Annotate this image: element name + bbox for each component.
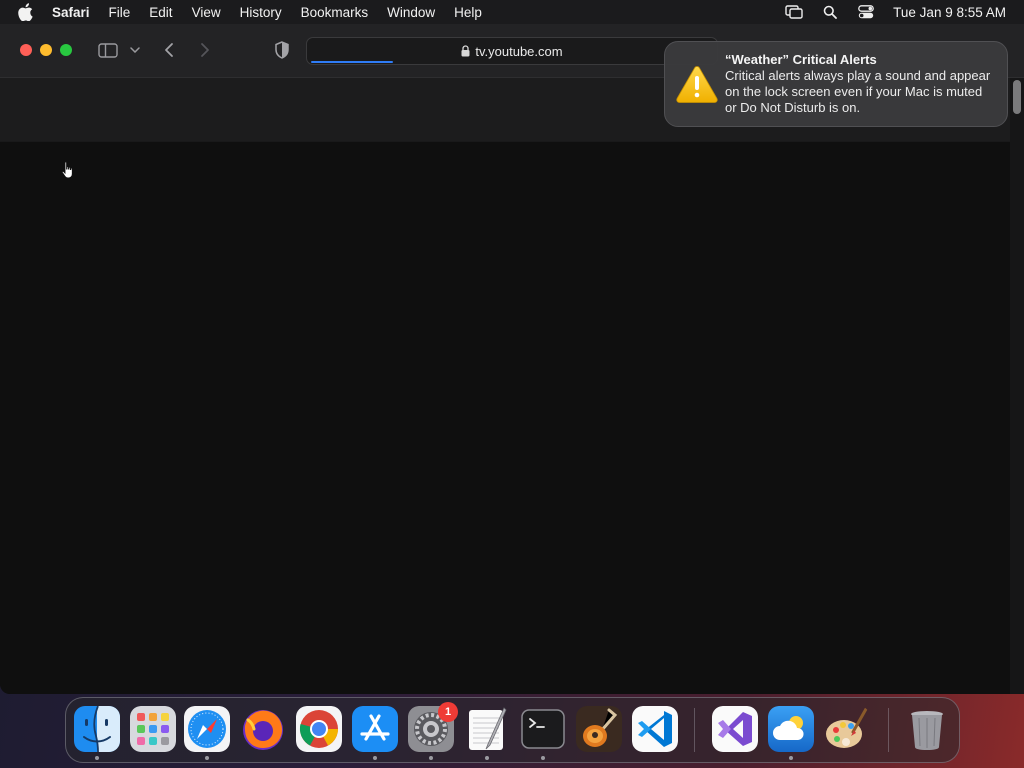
minimize-window-button[interactable]: [40, 44, 52, 56]
menu-window[interactable]: Window: [387, 5, 435, 20]
forward-chevron-icon[interactable]: [196, 39, 214, 61]
menu-app-safari[interactable]: Safari: [52, 5, 90, 20]
dock-textedit-icon[interactable]: [464, 706, 510, 752]
notification-title: “Weather” Critical Alerts: [725, 52, 877, 67]
dock-running-indicator: [429, 756, 433, 760]
menu-view[interactable]: View: [192, 5, 221, 20]
address-bar[interactable]: tv.youtube.com: [306, 37, 718, 65]
spotlight-search-icon[interactable]: [821, 4, 839, 20]
dock: [65, 697, 960, 763]
web-content-area[interactable]: [0, 142, 1010, 694]
dock-app-store-icon[interactable]: [352, 706, 398, 752]
dock-separator: [694, 708, 695, 752]
screen-mirroring-icon[interactable]: [785, 4, 803, 20]
address-url: tv.youtube.com: [475, 43, 563, 59]
control-center-icon[interactable]: [857, 4, 875, 20]
dock-running-indicator: [789, 756, 793, 760]
privacy-shield-icon[interactable]: [272, 39, 292, 61]
sidebar-toggle-icon[interactable]: [96, 39, 120, 61]
dock-running-indicator: [541, 756, 545, 760]
close-window-button[interactable]: [20, 44, 32, 56]
dock-running-indicator: [485, 756, 489, 760]
dock-launchpad-icon[interactable]: [130, 706, 176, 752]
page-load-progress-bar: [311, 61, 393, 63]
menu-bar: Safari File Edit View History Bookmarks …: [0, 0, 1024, 24]
notification-body: Critical alerts always play a sound and …: [725, 68, 991, 115]
dock-weather-icon[interactable]: [768, 706, 814, 752]
warning-triangle-icon: [676, 66, 718, 103]
dock-chrome-icon[interactable]: [296, 706, 342, 752]
dock-vscode-icon[interactable]: [632, 706, 678, 752]
dock-paintbrush-icon[interactable]: [824, 706, 870, 752]
system-settings-notification-badge: 1: [438, 702, 458, 722]
dock-running-indicator: [205, 756, 209, 760]
dock-running-indicator: [373, 756, 377, 760]
lock-icon: [461, 45, 470, 57]
scrollbar-track[interactable]: [1010, 78, 1024, 694]
menu-bookmarks[interactable]: Bookmarks: [301, 5, 369, 20]
zoom-window-button[interactable]: [60, 44, 72, 56]
dock-visual-studio-icon[interactable]: [712, 706, 758, 752]
dock-firefox-icon[interactable]: [240, 706, 286, 752]
scrollbar-thumb[interactable]: [1013, 80, 1021, 114]
dock-garageband-icon[interactable]: [576, 706, 622, 752]
dock-running-indicator: [95, 756, 99, 760]
menu-file[interactable]: File: [109, 5, 131, 20]
critical-alerts-notification[interactable]: “Weather” Critical Alerts Critical alert…: [664, 41, 1008, 127]
dock-trash-icon[interactable]: [904, 706, 950, 752]
dock-terminal-icon[interactable]: [520, 706, 566, 752]
dock-separator: [888, 708, 889, 752]
back-chevron-icon[interactable]: [160, 39, 178, 61]
tab-group-chevron-down-icon[interactable]: [128, 39, 142, 61]
dock-safari-icon[interactable]: [184, 706, 230, 752]
apple-menu-icon[interactable]: [18, 3, 36, 21]
menu-edit[interactable]: Edit: [149, 5, 172, 20]
menu-history[interactable]: History: [240, 5, 282, 20]
hand-cursor-icon: [61, 161, 73, 179]
menu-bar-clock[interactable]: Tue Jan 9 8:55 AM: [893, 5, 1006, 20]
dock-finder-icon[interactable]: [74, 706, 120, 752]
menu-help[interactable]: Help: [454, 5, 482, 20]
